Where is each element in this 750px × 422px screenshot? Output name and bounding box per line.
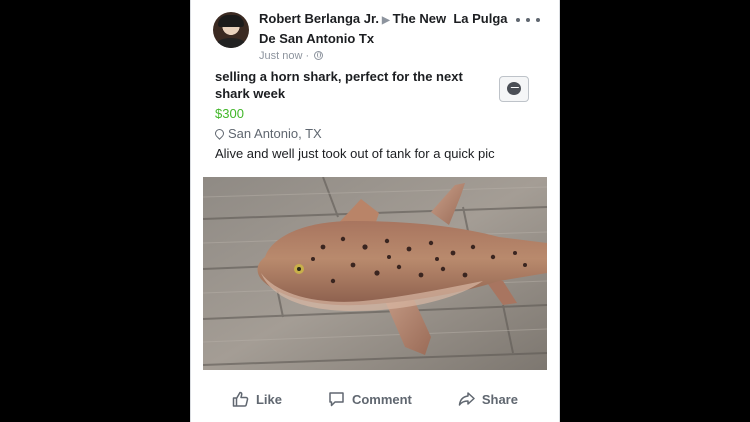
post-actions: Like Comment Share (191, 380, 559, 418)
share-label: Share (481, 391, 518, 407)
marketplace-post-card: Robert Berlanga Jr. ▶ The New La Pulga De … (190, 0, 560, 422)
post-body: selling a horn shark, perfect for the ne… (213, 68, 545, 163)
thumbs-up-icon (232, 391, 249, 407)
comment-label: Comment (351, 391, 412, 407)
author-name[interactable]: Robert Berlanga Jr. (259, 11, 379, 26)
comment-button[interactable]: Comment (328, 391, 412, 407)
avatar-cap (218, 15, 244, 27)
listing-description: Alive and well just took out of tank for… (215, 146, 495, 161)
avatar[interactable] (213, 12, 249, 48)
globe-icon (314, 51, 324, 60)
listing-price: $300 (215, 106, 244, 121)
more-options-button[interactable] (516, 12, 540, 28)
more-dot-icon (526, 18, 530, 22)
share-button[interactable]: Share (458, 391, 518, 407)
share-arrow-icon (458, 392, 475, 406)
comment-bubble-icon (329, 392, 344, 407)
more-dot-icon (516, 18, 520, 22)
like-label: Like (255, 391, 282, 407)
messenger-icon (507, 82, 521, 95)
listing-title: selling a horn shark, perfect for the ne… (215, 69, 463, 101)
separator-dot: · (305, 50, 310, 62)
screenshot-stage: Robert Berlanga Jr. ▶ The New La Pulga De … (0, 0, 750, 422)
post-timestamp[interactable]: Just now (259, 50, 302, 62)
author-line: Robert Berlanga Jr. ▶ The New La Pulga De … (259, 10, 517, 48)
horn-shark-photo[interactable] (203, 177, 547, 370)
post-header: Robert Berlanga Jr. ▶ The New La Pulga De … (209, 10, 544, 62)
like-button[interactable]: Like (232, 391, 282, 407)
shark-photo-svg (203, 177, 547, 370)
avatar-shirt (216, 38, 246, 48)
location-pin-icon (213, 127, 226, 140)
listing-location: San Antonio, TX (213, 125, 545, 143)
more-dot-icon (536, 18, 540, 22)
message-seller-button[interactable] (499, 76, 529, 102)
header-text: Robert Berlanga Jr. ▶ The New La Pulga De … (259, 10, 517, 64)
post-meta: Just now · (259, 49, 517, 64)
triangle-right-icon: ▶ (381, 15, 390, 26)
location-text: San Antonio, TX (228, 126, 322, 141)
